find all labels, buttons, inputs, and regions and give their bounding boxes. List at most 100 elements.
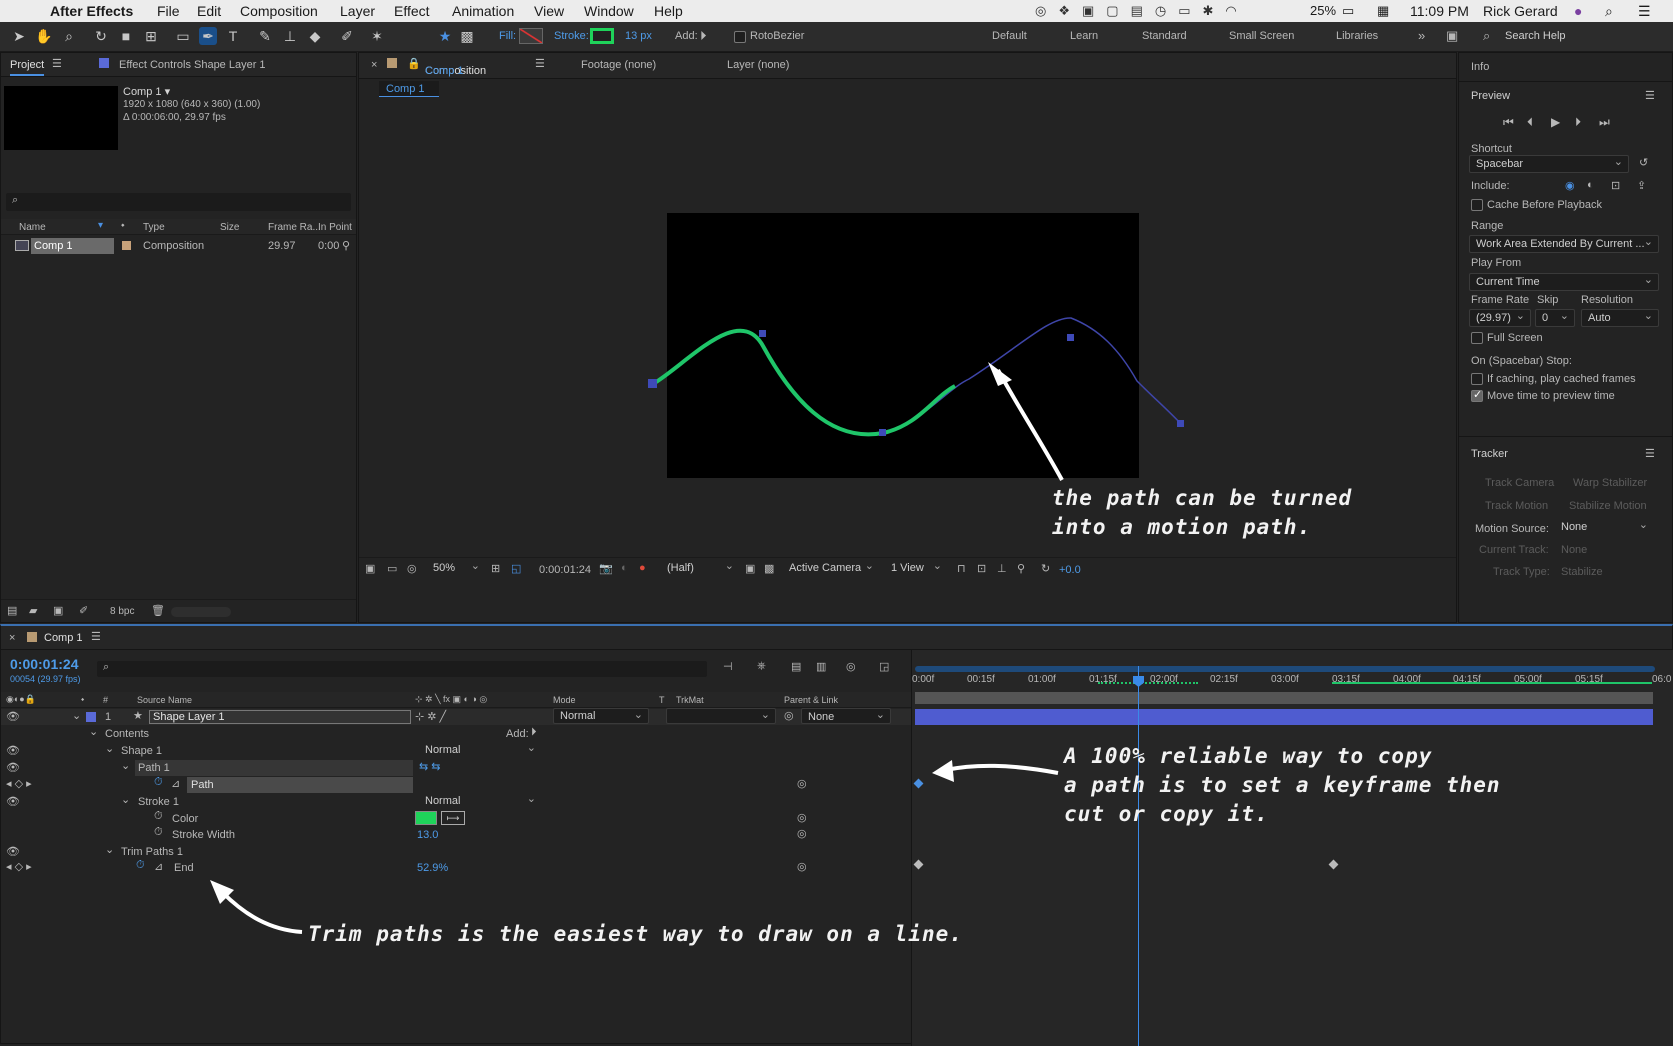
project-menu-icon[interactable]: ☰ [52,57,62,70]
stroke-width-row[interactable]: ⏱ Stroke Width 13.0 ◎ [1,826,911,843]
path-pickwhip-icon[interactable]: ◎ [797,777,807,790]
include-video-icon[interactable]: ◉ [1565,179,1575,192]
stroke-width-value[interactable]: 13 px [625,30,652,42]
stroke-swatch[interactable] [590,28,614,44]
show-snapshot-icon[interactable]: ◐ [621,562,628,574]
menu-layer[interactable]: Layer [340,3,375,19]
stroke-color-swatch[interactable] [415,811,437,825]
stopwatch-icon[interactable]: ⏱ [154,810,163,823]
label-tag-icon[interactable]: ⬩ [121,220,125,231]
frame-rate-dropdown[interactable]: (29.97) [1469,309,1531,327]
trash-icon[interactable]: 🗑 [151,604,165,617]
clone-tool-icon[interactable]: ⊥ [281,27,299,45]
visibility-eye-icon[interactable]: 👁 [6,845,20,858]
clock-text[interactable]: 11:09 PM [1410,3,1469,19]
control-center-icon[interactable]: ☰ [1638,3,1651,20]
add-button-icon[interactable]: ⏵ [700,28,707,44]
menu-help[interactable]: Help [654,3,683,19]
safe-margins-icon[interactable]: ⊞ [491,562,500,575]
label-color-swatch[interactable] [122,241,131,250]
next-frame-icon[interactable]: ⏵ [1575,115,1581,130]
motion-blur-icon[interactable]: ▥ [816,660,826,673]
last-frame-icon[interactable]: ⏭ [1599,115,1610,130]
comp-name-dropdown[interactable]: Comp 1 ▾ [123,85,170,98]
frame-blending-icon[interactable]: ▤ [791,660,801,673]
workspace-standard[interactable]: Standard [1142,30,1187,42]
stroke-width-value[interactable]: 13.0 [417,829,438,841]
layer-duration-bar[interactable] [915,709,1653,725]
fill-label[interactable]: Fill: [499,30,516,42]
always-preview-icon[interactable]: ▣ [365,562,375,575]
eraser-tool-icon[interactable]: ◆ [306,27,324,45]
menu-effect[interactable]: Effect [394,3,430,19]
workspace-learn[interactable]: Learn [1070,30,1098,42]
current-time-indicator[interactable] [1138,666,1139,1046]
shape1-row[interactable]: 👁 ⌄ Shape 1 Normal [1,741,911,759]
visibility-eye-icon[interactable]: 👁 [6,795,20,808]
new-comp-icon[interactable]: ▣ [53,604,63,617]
keyframe-nav-icon[interactable]: ◂ ◇ ▸ [6,777,32,790]
workspace-default[interactable]: Default [992,30,1027,42]
search-help-input[interactable]: Search Help [1505,30,1566,42]
stroke1-mode-dropdown[interactable]: Normal [419,792,541,809]
graph-icon[interactable]: ⊿ [154,860,163,873]
timeline-graph-area[interactable]: 0:00f 00:15f 01:00f 01:15f 02:00f 02:15f… [911,650,1673,1046]
track-motion-button[interactable]: Track Motion [1485,500,1548,512]
calendar-icon[interactable]: ▦ [1377,3,1389,19]
flowchart-view-icon[interactable]: ⚲ [1017,562,1025,575]
color-row[interactable]: ⏱ Color ⟼ ◎ [1,810,911,827]
timeline-timecode[interactable]: 0:00:01:24 [10,656,79,672]
workspace-small-screen[interactable]: Small Screen [1229,30,1294,42]
if-caching-checkbox[interactable] [1471,373,1483,385]
twirl-open-icon[interactable]: ⌄ [89,725,98,738]
toggle-pixel-icon[interactable]: ⊓ [957,562,966,575]
zoom-tool-icon[interactable]: ⌕ [60,27,78,45]
layer-label-color[interactable] [86,712,96,722]
path-direction-icon[interactable]: ⇆ ⇆ [419,760,441,773]
first-frame-icon[interactable]: ⏮ [1503,115,1514,130]
shy-icon[interactable]: ⎈ [757,660,766,673]
views-dropdown[interactable]: 1 View [885,559,947,578]
fast-preview-icon[interactable]: ⊡ [977,562,986,575]
menu-edit[interactable]: Edit [197,3,221,19]
timeline-icon[interactable]: ⊥ [997,562,1007,575]
resolution-dropdown-preview[interactable]: Auto [1581,309,1659,327]
reset-exposure-icon[interactable]: ↻ [1041,562,1050,575]
pan-behind-tool-icon[interactable]: ⊞ [142,27,160,45]
type-tool-icon[interactable]: T [224,27,242,45]
twirl-open-icon[interactable]: ⌄ [105,742,114,755]
exposure-value[interactable]: +0.0 [1059,564,1081,576]
menu-view[interactable]: View [534,3,564,19]
menu-composition[interactable]: Composition [240,3,318,19]
pickwhip-icon[interactable]: ◎ [784,709,794,722]
stroke1-row[interactable]: 👁 ⌄ Stroke 1 Normal [1,792,911,810]
hand-tool-icon[interactable]: ✋ [35,27,53,45]
zoom-dropdown[interactable]: 50% [427,559,485,578]
col-in-point[interactable]: In Point [318,222,352,233]
vertex-point[interactable] [1067,334,1074,341]
interpret-footage-icon[interactable]: ▤ [7,604,17,617]
sync-settings-icon[interactable]: ▣ [1446,28,1458,44]
trkmat-dropdown[interactable] [666,708,776,724]
bit-depth-button[interactable]: 8 bpc [110,606,134,617]
timeline-search-input[interactable]: ⌕ [97,661,707,677]
rectangle-tool-icon[interactable]: ▭ [174,27,192,45]
eyedropper-icon[interactable]: ⟼ [441,811,465,825]
parent-dropdown[interactable]: None [801,708,891,724]
star-toggle-icon[interactable]: ★ [436,27,454,45]
keyframe-nav-icon[interactable]: ◂ ◇ ▸ [6,860,32,873]
viewer-menu-icon[interactable]: ☰ [535,57,545,70]
navigator-bar[interactable] [915,666,1655,672]
spotlight-icon[interactable]: ⌕ [1605,3,1613,20]
timeline-menu-icon[interactable]: ☰ [91,630,101,643]
col-size[interactable]: Size [220,222,239,233]
mask-visibility-icon[interactable]: ◱ [511,562,521,575]
menu-window[interactable]: Window [584,3,634,19]
col-source-name[interactable]: Source Name [137,695,192,705]
brush-tool-icon[interactable]: ✎ [256,27,274,45]
twirl-open-icon[interactable]: ⌄ [121,759,130,772]
prev-frame-icon[interactable]: ⏴ [1527,115,1533,130]
keyframe-diamond[interactable] [913,778,924,789]
grid-toggle-icon[interactable]: ▩ [458,27,476,45]
project-row-comp1[interactable]: Comp 1 Composition 29.97 0:00 ⚲ [1,237,356,255]
